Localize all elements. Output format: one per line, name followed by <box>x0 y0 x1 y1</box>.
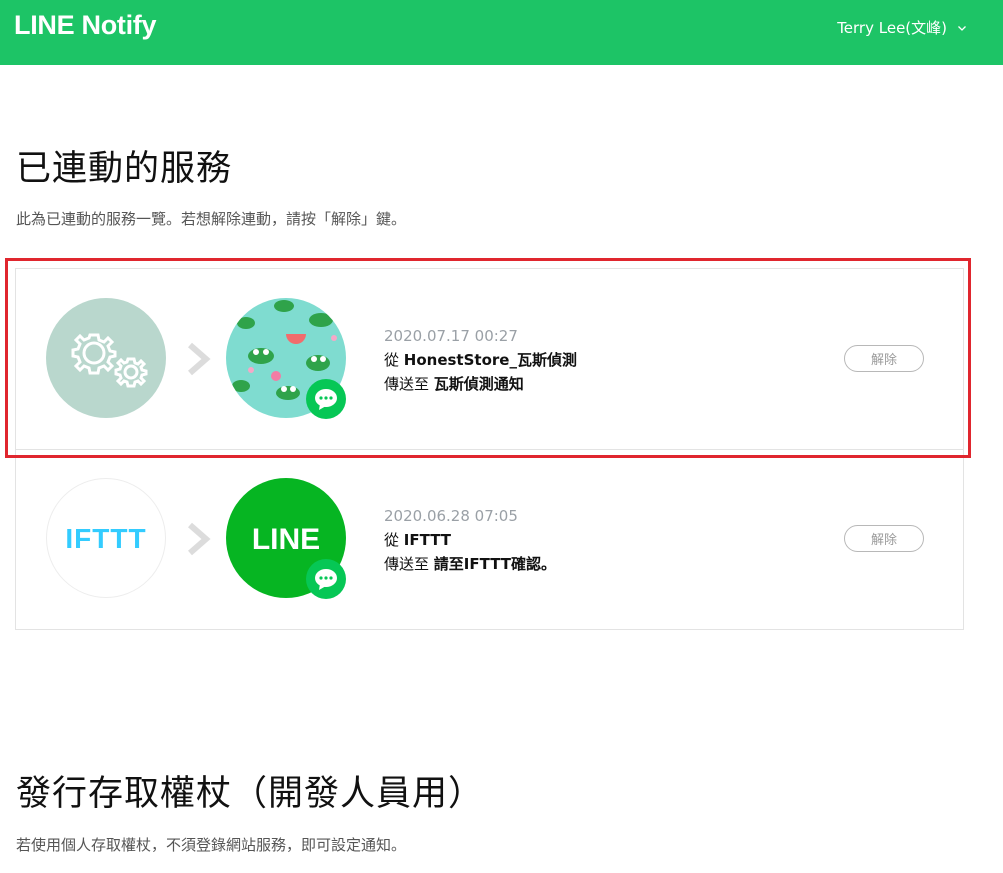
to-target-name: 請至IFTTT確認。 <box>433 555 557 573</box>
ifttt-logo-icon: IFTTT <box>65 523 146 554</box>
brand-logo[interactable]: LINE Notify <box>14 10 157 41</box>
to-line: 傳送至 瓦斯偵測通知 <box>384 372 577 396</box>
from-prefix: 從 <box>384 531 400 549</box>
token-section-title: 發行存取權杖（開發人員用） <box>16 774 485 814</box>
chat-bubble-icon <box>315 569 337 590</box>
top-nav-bar: LINE Notify Terry Lee(文峰) <box>0 0 1003 65</box>
to-line: 傳送至 請至IFTTT確認。 <box>384 552 556 576</box>
chevron-down-icon <box>958 25 966 31</box>
unlink-button[interactable]: 解除 <box>844 345 924 372</box>
from-line: 從 IFTTT <box>384 528 556 552</box>
unlink-button[interactable]: 解除 <box>844 525 924 552</box>
connect-date: 2020.06.28 07:05 <box>384 507 518 525</box>
from-prefix: 從 <box>384 351 400 369</box>
connect-date: 2020.07.17 00:27 <box>384 327 518 345</box>
service-row-ifttt: IFTTT LINE 2020.06.28 07:05 從 IFTTT 傳送至 … <box>16 449 963 629</box>
to-prefix: 傳送至 <box>384 375 430 393</box>
chat-bubble-icon <box>315 389 337 410</box>
from-service-name: HonestStore_瓦斯偵測 <box>403 351 577 369</box>
ifttt-logo-text: IFTTT <box>65 523 146 554</box>
from-service-name: IFTTT <box>403 531 452 549</box>
page-title: 已連動的服務 <box>16 149 233 189</box>
chat-badge <box>306 559 346 599</box>
arrow-right-icon <box>188 342 211 376</box>
connected-services-list: 2020.07.17 00:27 從 HonestStore_瓦斯偵測 傳送至 … <box>15 268 964 630</box>
arrow-right-icon <box>188 522 211 556</box>
line-logo-text: LINE <box>252 523 320 556</box>
user-name: Terry Lee(文峰) <box>837 19 947 37</box>
gear-icon <box>71 333 148 388</box>
to-prefix: 傳送至 <box>384 555 430 573</box>
service-row-honeststore: 2020.07.17 00:27 從 HonestStore_瓦斯偵測 傳送至 … <box>16 269 963 449</box>
service-avatar: IFTTT <box>46 478 166 598</box>
service-avatar <box>46 298 166 418</box>
token-section-description: 若使用個人存取權杖，不須登錄網站服務，即可設定通知。 <box>16 836 407 854</box>
from-line: 從 HonestStore_瓦斯偵測 <box>384 348 577 372</box>
user-menu[interactable]: Terry Lee(文峰) <box>837 17 967 38</box>
service-info: 2020.06.28 07:05 從 IFTTT 傳送至 請至IFTTT確認。 <box>384 504 556 576</box>
chat-badge <box>306 379 346 419</box>
to-target-name: 瓦斯偵測通知 <box>433 375 524 393</box>
section-description: 此為已連動的服務一覽。若想解除連動，請按「解除」鍵。 <box>16 210 407 228</box>
service-info: 2020.07.17 00:27 從 HonestStore_瓦斯偵測 傳送至 … <box>384 324 577 396</box>
